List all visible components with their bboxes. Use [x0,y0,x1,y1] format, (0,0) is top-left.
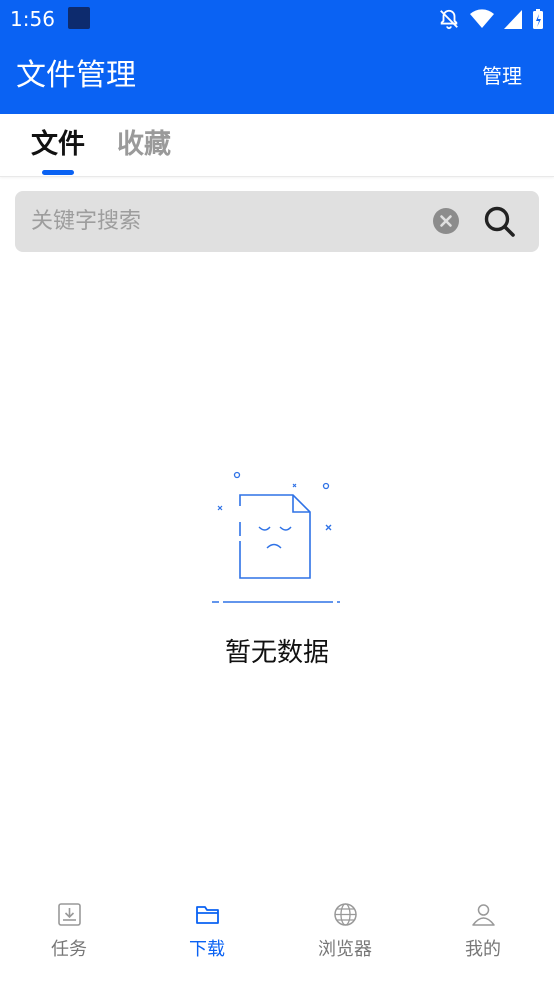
active-tab-indicator [42,170,74,175]
app-bar: 文件管理 管理 [0,38,554,114]
search-box [15,191,539,252]
nav-label-mine: 我的 [465,939,501,960]
notifications-off-icon [440,9,458,30]
tab-bar: 文件 收藏 [0,114,554,177]
nav-label-browser: 浏览器 [318,939,372,960]
folder-icon [196,906,219,924]
nav-label-download: 下载 [189,939,225,960]
nav-item-mine[interactable]: 我的 [414,890,552,985]
search-input[interactable] [31,205,421,237]
app-notification-icon [68,7,90,29]
battery-icon [533,9,543,29]
person-icon [472,904,495,926]
download-tray-icon [58,903,81,926]
nav-label-tasks: 任务 [51,939,87,960]
globe-icon [334,903,357,926]
manage-button[interactable]: 管理 [482,62,522,90]
empty-state-message: 暂无数据 [224,638,329,668]
status-time: 1:56 [10,7,55,31]
status-icons [438,7,544,31]
nav-item-browser[interactable]: 浏览器 [276,890,414,985]
page-title: 文件管理 [16,58,136,93]
clear-icon[interactable] [433,208,459,234]
wifi-icon [470,9,494,28]
nav-item-download[interactable]: 下载 [138,890,276,985]
empty-file-illustration [212,471,340,603]
nav-item-tasks[interactable]: 任务 [0,890,138,985]
tab-files[interactable]: 文件 [31,126,85,164]
bottom-nav: 任务 下载 浏览器 我的 [0,890,554,985]
status-bar: 1:56 [0,0,554,38]
tab-favorites[interactable]: 收藏 [117,126,171,164]
signal-icon [504,10,522,29]
search-icon[interactable] [483,205,517,239]
